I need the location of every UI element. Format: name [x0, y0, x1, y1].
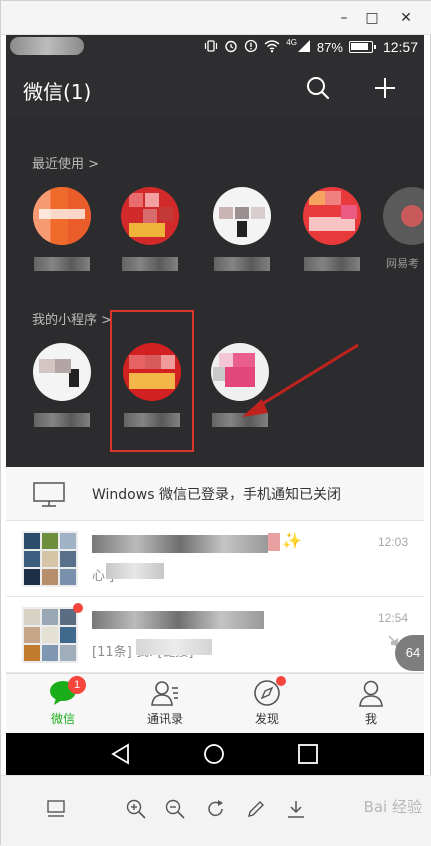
bottom-tab-bar: 1 微信 通讯录 发现 我 — [6, 673, 424, 733]
sparkles-icon: ✨ — [282, 531, 302, 550]
vibrate-icon — [204, 39, 218, 56]
chat-list: Windows 微信已登录，手机通知已关闭 ✨ 12:03 心 ] 12:54 … — [6, 467, 424, 673]
unread-badge: 1 — [68, 676, 86, 694]
group-avatar — [22, 531, 78, 587]
app-icon — [383, 187, 424, 245]
android-nav-bar — [6, 733, 424, 775]
person-icon — [356, 678, 386, 708]
home-icon[interactable] — [203, 743, 225, 765]
recent-app-4[interactable] — [292, 187, 372, 281]
chat-row[interactable]: ✨ 12:03 心 ] — [6, 521, 424, 597]
recent-label[interactable]: 最近使用 > — [32, 153, 99, 172]
tab-label: 微信 — [50, 712, 75, 726]
annotation-highlight-box — [110, 310, 194, 452]
back-icon[interactable] — [110, 743, 132, 765]
monitor-icon — [33, 482, 65, 512]
warning-icon — [244, 39, 258, 56]
edit-icon[interactable] — [245, 798, 267, 820]
status-bar: 4G 87% 12:57 — [6, 35, 424, 59]
app-name: 网易考 — [386, 257, 419, 270]
unread-dot — [73, 603, 83, 613]
zoom-out-icon[interactable] — [164, 798, 186, 820]
my-app-1[interactable] — [22, 343, 102, 437]
chat-time: 12:03 — [377, 535, 408, 549]
watermark: Bai 经验 — [363, 798, 422, 816]
battery-percent: 87% — [316, 39, 343, 55]
login-notice-text: Windows 微信已登录，手机通知已关闭 — [92, 487, 341, 503]
phone-screen: 4G 87% 12:57 微信(1) 最近使用 > 网易考 我的小程序 > Wi… — [6, 35, 424, 775]
window-title-bar: – □ ✕ — [1, 1, 431, 35]
viewer-toolbar: Bai 经验 — [1, 775, 431, 846]
group-avatar — [22, 607, 78, 663]
compass-icon — [252, 676, 286, 708]
recent-app-1[interactable] — [22, 187, 102, 281]
battery-icon — [348, 41, 376, 53]
tab-me[interactable]: 我 — [319, 678, 423, 727]
chat-row[interactable]: 12:54 [11条] 我: [链接] — [6, 597, 424, 673]
rotate-icon[interactable] — [205, 798, 227, 820]
recent-app-2[interactable] — [110, 187, 190, 281]
status-time: 12:57 — [382, 39, 418, 55]
app-name-blurred — [122, 257, 178, 271]
app-icon — [33, 187, 91, 245]
maximize-button[interactable]: □ — [361, 7, 383, 29]
app-icon — [213, 187, 271, 245]
app-icon — [121, 187, 179, 245]
screenshot-frame: – □ ✕ 4G 87% 12:57 微信(1) 最近使用 > 网易考 我的小程… — [0, 0, 431, 846]
chat-time: 12:54 — [377, 611, 408, 625]
download-icon[interactable] — [285, 798, 307, 820]
layout-icon[interactable] — [45, 798, 67, 820]
signal-icon — [297, 39, 311, 56]
emoji-blurred — [268, 533, 280, 551]
search-icon[interactable] — [303, 73, 333, 103]
app-name-blurred — [34, 257, 90, 271]
alarm-icon — [224, 39, 238, 56]
annotation-arrow-icon — [242, 343, 359, 417]
app-icon — [303, 187, 361, 245]
tab-chats[interactable]: 1 微信 — [11, 676, 115, 727]
tab-label: 我 — [364, 712, 377, 726]
app-header: 微信(1) — [6, 59, 424, 117]
plus-icon[interactable] — [370, 73, 400, 103]
floating-count-badge[interactable]: 64 — [395, 635, 424, 671]
recent-app-3[interactable] — [202, 187, 282, 281]
status-indicators: 4G 87% 12:57 — [204, 37, 418, 57]
desktop-login-notice[interactable]: Windows 微信已登录，手机通知已关闭 — [6, 467, 424, 521]
app-icon — [33, 343, 91, 401]
close-button[interactable]: ✕ — [395, 7, 417, 29]
preview-blurred — [106, 563, 164, 579]
app-name-blurred — [34, 413, 90, 427]
contacts-icon — [150, 678, 180, 708]
chat-name-blurred — [92, 611, 264, 629]
tab-label: 发现 — [254, 712, 279, 726]
recent-app-5[interactable]: 网易考 — [382, 187, 424, 271]
page-title: 微信(1) — [23, 80, 92, 104]
discover-dot — [276, 676, 286, 686]
mini-program-panel: 最近使用 > 网易考 我的小程序 > — [6, 117, 424, 467]
my-mini-programs-label[interactable]: 我的小程序 > — [32, 309, 112, 328]
recents-icon[interactable] — [297, 743, 319, 765]
wifi-icon — [264, 39, 280, 56]
tab-label: 通讯录 — [146, 712, 183, 726]
minimize-button[interactable]: – — [333, 7, 355, 29]
preview-blurred — [136, 639, 212, 655]
app-name-blurred — [304, 257, 360, 271]
tab-contacts[interactable]: 通讯录 — [113, 678, 217, 727]
blurred-carrier — [10, 37, 84, 55]
chat-bubble-icon: 1 — [48, 676, 86, 708]
network-type: 4G — [286, 37, 297, 47]
app-name-blurred — [214, 257, 270, 271]
tab-discover[interactable]: 发现 — [215, 676, 319, 727]
zoom-in-icon[interactable] — [125, 798, 147, 820]
chat-name-blurred — [92, 535, 268, 553]
